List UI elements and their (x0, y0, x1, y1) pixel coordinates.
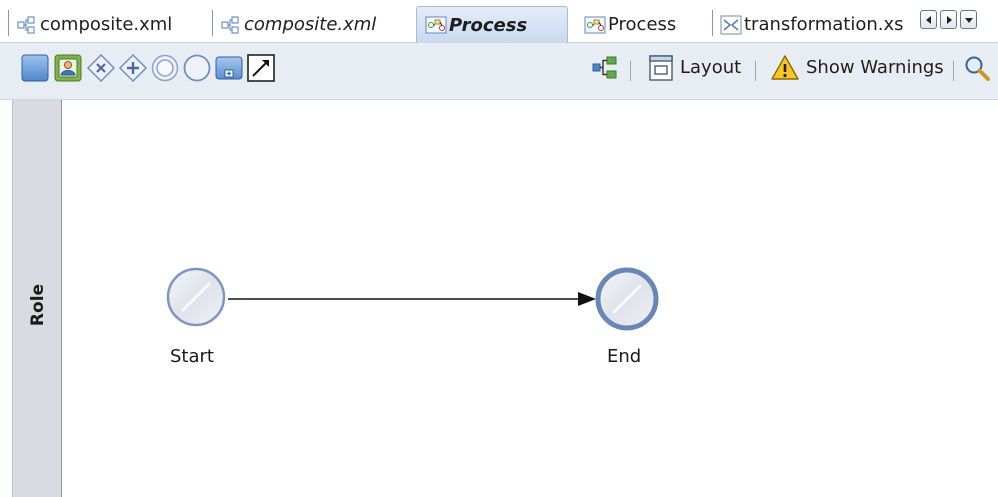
connector-tool-button[interactable] (246, 53, 276, 83)
process-icon (584, 16, 606, 33)
layout-icon (649, 55, 673, 81)
diagram-surface (166, 267, 659, 331)
tab-label: transformation.xs (744, 14, 904, 35)
tab-list-icon (964, 17, 973, 23)
toolbar-separator (953, 61, 954, 81)
swimlane-tool-button[interactable] (20, 53, 50, 83)
process-canvas[interactable]: Role Start End (12, 100, 998, 497)
composite-icon (221, 16, 239, 33)
composite-icon (17, 16, 35, 33)
toolbar-separator (630, 61, 631, 81)
end-event-tool-button[interactable] (150, 53, 180, 83)
process-icon (425, 16, 447, 34)
diagram-toolbar: Layout Show Warnings (0, 43, 998, 100)
start-event-icon (183, 54, 211, 82)
start-event-tool-button[interactable] (182, 53, 212, 83)
end-event-label: End (607, 346, 642, 367)
toolbar-separator (755, 61, 756, 81)
tab-list-button[interactable] (960, 10, 977, 29)
tab-composite-xml-italic[interactable]: composite.xml (212, 6, 408, 43)
tab-label: Process (449, 14, 528, 36)
scroll-tabs-right-button[interactable] (940, 10, 957, 29)
connector-icon (247, 54, 275, 82)
parallel-gateway-tool-button[interactable] (118, 53, 148, 83)
zoom-button[interactable] (962, 53, 992, 83)
role-tool-button[interactable] (53, 53, 83, 83)
tab-process[interactable]: Process (576, 6, 704, 43)
tree-view-button[interactable] (590, 53, 620, 83)
magnifier-icon (965, 56, 990, 81)
layout-button[interactable] (646, 53, 676, 83)
editor-tab-bar: composite.xml composite.xml Process Proc… (0, 0, 998, 43)
role-icon (54, 54, 82, 82)
transformation-icon (720, 15, 742, 34)
tab-label: composite.xml (244, 14, 377, 35)
tab-process-active[interactable]: Process (416, 6, 568, 43)
show-warnings-button[interactable] (770, 53, 800, 83)
tab-composite-xml[interactable]: composite.xml (8, 6, 208, 43)
scroll-left-icon (925, 15, 931, 24)
tab-label: composite.xml (40, 14, 173, 35)
swimlane-icon (21, 54, 49, 82)
warning-icon (771, 55, 799, 80)
parallel-gateway-icon (118, 53, 148, 83)
exclusive-gateway-icon (86, 53, 116, 83)
start-event-label: Start (170, 346, 214, 367)
end-event-icon (151, 54, 179, 82)
scroll-tabs-left-button[interactable] (920, 10, 937, 29)
tab-transformation-xsl[interactable]: transformation.xs (712, 6, 910, 43)
component-tree-icon (592, 56, 617, 79)
end-event[interactable] (595, 267, 659, 331)
subprocess-tool-button[interactable] (214, 53, 244, 83)
tab-label: Process (608, 14, 677, 35)
exclusive-gateway-tool-button[interactable] (86, 53, 116, 83)
start-event[interactable] (166, 267, 226, 327)
scroll-right-icon (946, 15, 952, 24)
layout-label[interactable]: Layout (680, 57, 741, 78)
show-warnings-label[interactable]: Show Warnings (806, 57, 944, 78)
sequence-flow-arrowhead (578, 292, 596, 306)
subprocess-icon (215, 56, 243, 80)
